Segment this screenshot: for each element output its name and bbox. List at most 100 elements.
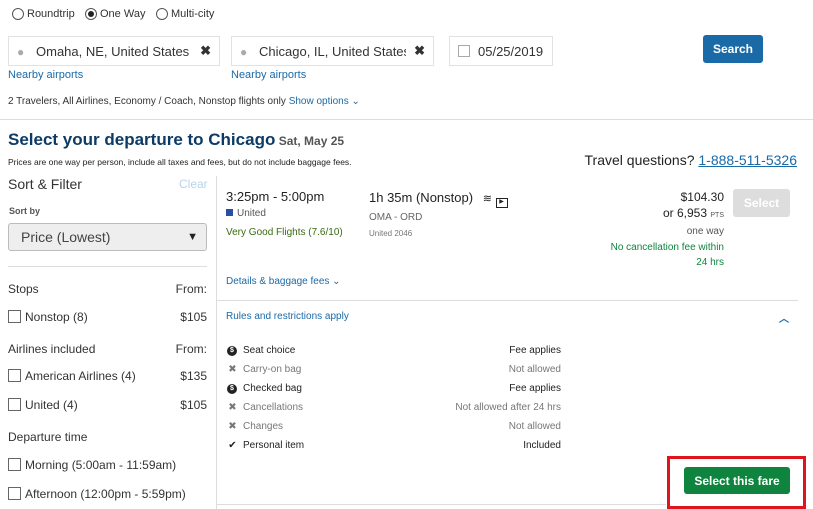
radio-circle[interactable] bbox=[12, 8, 24, 20]
date-value: 05/25/2019 bbox=[478, 43, 544, 59]
wifi-icon: ≋ bbox=[482, 193, 492, 205]
location-pin-icon: ● bbox=[240, 44, 248, 59]
rule-label: Changes bbox=[243, 421, 284, 432]
flight-points: or 6,953 bbox=[662, 206, 708, 220]
flight-number: United 2046 bbox=[369, 229, 413, 238]
flight-price: $104.30 bbox=[680, 190, 724, 204]
rule-label: Seat choice bbox=[243, 345, 296, 356]
sort-by-label: Sort by bbox=[9, 206, 41, 216]
flight-route: OMA - ORD bbox=[369, 212, 423, 223]
from-label: From: bbox=[175, 282, 207, 296]
nearby-airports-origin[interactable]: Nearby airports bbox=[8, 69, 83, 81]
divider bbox=[216, 300, 798, 301]
filter-nonstop[interactable]: Nonstop (8) $105 bbox=[8, 310, 207, 324]
filter-label: Afternoon (12:00pm - 5:59pm) bbox=[25, 487, 186, 501]
divider bbox=[0, 119, 813, 120]
sort-select[interactable]: Price (Lowest) ▼ bbox=[8, 223, 207, 251]
filter-label: Morning (5:00am - 11:59am) bbox=[25, 458, 177, 472]
flight-rating: Very Good Flights (7.6/10) bbox=[226, 227, 343, 238]
rule-value: Fee applies bbox=[509, 383, 561, 394]
filter-afternoon[interactable]: Afternoon (12:00pm - 5:59pm) bbox=[8, 487, 186, 501]
video-icon: ▶ bbox=[495, 198, 508, 208]
rule-row: ✔ Personal item Included bbox=[227, 436, 561, 455]
sort-filter-title: Sort & Filter bbox=[8, 176, 82, 192]
date-input[interactable]: 05/25/2019 bbox=[449, 36, 553, 66]
checkbox[interactable] bbox=[8, 398, 21, 411]
rule-label: Checked bag bbox=[243, 383, 302, 394]
filter-label: American Airlines (4) bbox=[25, 369, 136, 383]
divider bbox=[8, 266, 207, 267]
select-flight-button[interactable]: Select bbox=[733, 189, 790, 217]
dollar-icon: $ bbox=[227, 383, 237, 394]
search-button[interactable]: Search bbox=[703, 35, 763, 63]
filter-morning[interactable]: Morning (5:00am - 11:59am) bbox=[8, 458, 176, 472]
calendar-icon bbox=[458, 45, 470, 57]
radio-circle[interactable] bbox=[85, 8, 97, 20]
filter-price: $135 bbox=[180, 369, 207, 383]
price-note: Prices are one way per person, include a… bbox=[8, 157, 352, 167]
united-logo-icon bbox=[226, 209, 233, 216]
rule-row: ✖ Changes Not allowed bbox=[227, 417, 561, 436]
location-pin-icon: ● bbox=[17, 44, 25, 59]
filter-price: $105 bbox=[180, 310, 207, 324]
from-label: From: bbox=[175, 342, 207, 356]
checkbox[interactable] bbox=[8, 487, 21, 500]
departure-time-title: Departure time bbox=[8, 430, 88, 444]
origin-value: Omaha, NE, United States (O bbox=[36, 43, 193, 59]
filter-label: Nonstop (8) bbox=[25, 310, 88, 324]
nearby-airports-destination[interactable]: Nearby airports bbox=[231, 69, 306, 81]
show-options-link[interactable]: Show options ⌄ bbox=[289, 96, 360, 107]
rules-toggle[interactable]: Rules and restrictions apply bbox=[226, 311, 349, 322]
rule-value: Not allowed bbox=[508, 421, 561, 432]
checkbox[interactable] bbox=[8, 458, 21, 471]
page-date: Sat, May 25 bbox=[278, 134, 345, 148]
filter-price: $105 bbox=[180, 398, 207, 412]
radio-roundtrip[interactable]: Roundtrip bbox=[12, 8, 75, 20]
rule-row: $ Seat choice Fee applies bbox=[227, 341, 561, 360]
filter-label: United (4) bbox=[25, 398, 78, 412]
radio-circle[interactable] bbox=[156, 8, 168, 20]
divider bbox=[216, 504, 666, 505]
cancellation-note: No cancellation fee within bbox=[610, 242, 724, 253]
airline-name: United bbox=[237, 208, 266, 219]
rule-row: ✖ Cancellations Not allowed after 24 hrs bbox=[227, 398, 561, 417]
page-title: Select your departure to Chicago bbox=[8, 130, 276, 149]
rule-value: Included bbox=[523, 440, 561, 451]
dollar-icon: $ bbox=[227, 345, 237, 356]
radio-label: Multi-city bbox=[171, 8, 215, 20]
clear-filters-link[interactable]: Clear bbox=[179, 177, 208, 191]
clear-icon[interactable]: ✖ bbox=[414, 43, 425, 59]
origin-input[interactable]: ● Omaha, NE, United States (O ✖ bbox=[8, 36, 220, 66]
flight-duration: 1h 35m (Nonstop) bbox=[369, 190, 474, 205]
x-icon: ✖ bbox=[228, 364, 237, 375]
phone-link[interactable]: 1-888-511-5326 bbox=[698, 152, 797, 168]
filter-united[interactable]: United (4) $105 bbox=[8, 398, 207, 412]
radio-label: Roundtrip bbox=[27, 8, 75, 20]
radio-label: One Way bbox=[100, 8, 146, 20]
pts-label: PTS bbox=[710, 212, 724, 219]
card-border bbox=[216, 176, 217, 509]
checkbox[interactable] bbox=[8, 369, 21, 382]
one-way-label: one way bbox=[686, 226, 724, 237]
filter-american[interactable]: American Airlines (4) $135 bbox=[8, 369, 207, 383]
rule-label: Personal item bbox=[243, 440, 305, 451]
destination-input[interactable]: ● Chicago, IL, United States ✖ bbox=[231, 36, 434, 66]
select-this-fare-button[interactable]: Select this fare bbox=[684, 467, 790, 494]
details-baggage-link[interactable]: Details & baggage fees ⌄ bbox=[226, 276, 341, 287]
rule-value: Not allowed after 24 hrs bbox=[455, 402, 561, 413]
flight-times: 3:25pm - 5:00pm bbox=[226, 189, 325, 204]
radio-one-way[interactable]: One Way bbox=[85, 8, 145, 20]
x-icon: ✖ bbox=[228, 402, 237, 413]
rule-label: Carry-on bag bbox=[243, 364, 302, 375]
rule-label: Cancellations bbox=[243, 402, 304, 413]
checkbox[interactable] bbox=[8, 310, 21, 323]
rule-row: ✖ Carry-on bag Not allowed bbox=[227, 360, 561, 379]
destination-value: Chicago, IL, United States bbox=[259, 43, 407, 59]
rules-list: $ Seat choice Fee applies ✖ Carry-on bag Not … bbox=[227, 341, 561, 455]
clear-icon[interactable]: ✖ bbox=[200, 43, 211, 59]
airlines-title: Airlines included bbox=[8, 342, 96, 356]
radio-multi-city[interactable]: Multi-city bbox=[156, 8, 214, 20]
chevron-down-icon: ▼ bbox=[187, 231, 198, 243]
chevron-up-icon[interactable]: ︿ bbox=[779, 310, 789, 325]
rule-value: Fee applies bbox=[509, 345, 561, 356]
